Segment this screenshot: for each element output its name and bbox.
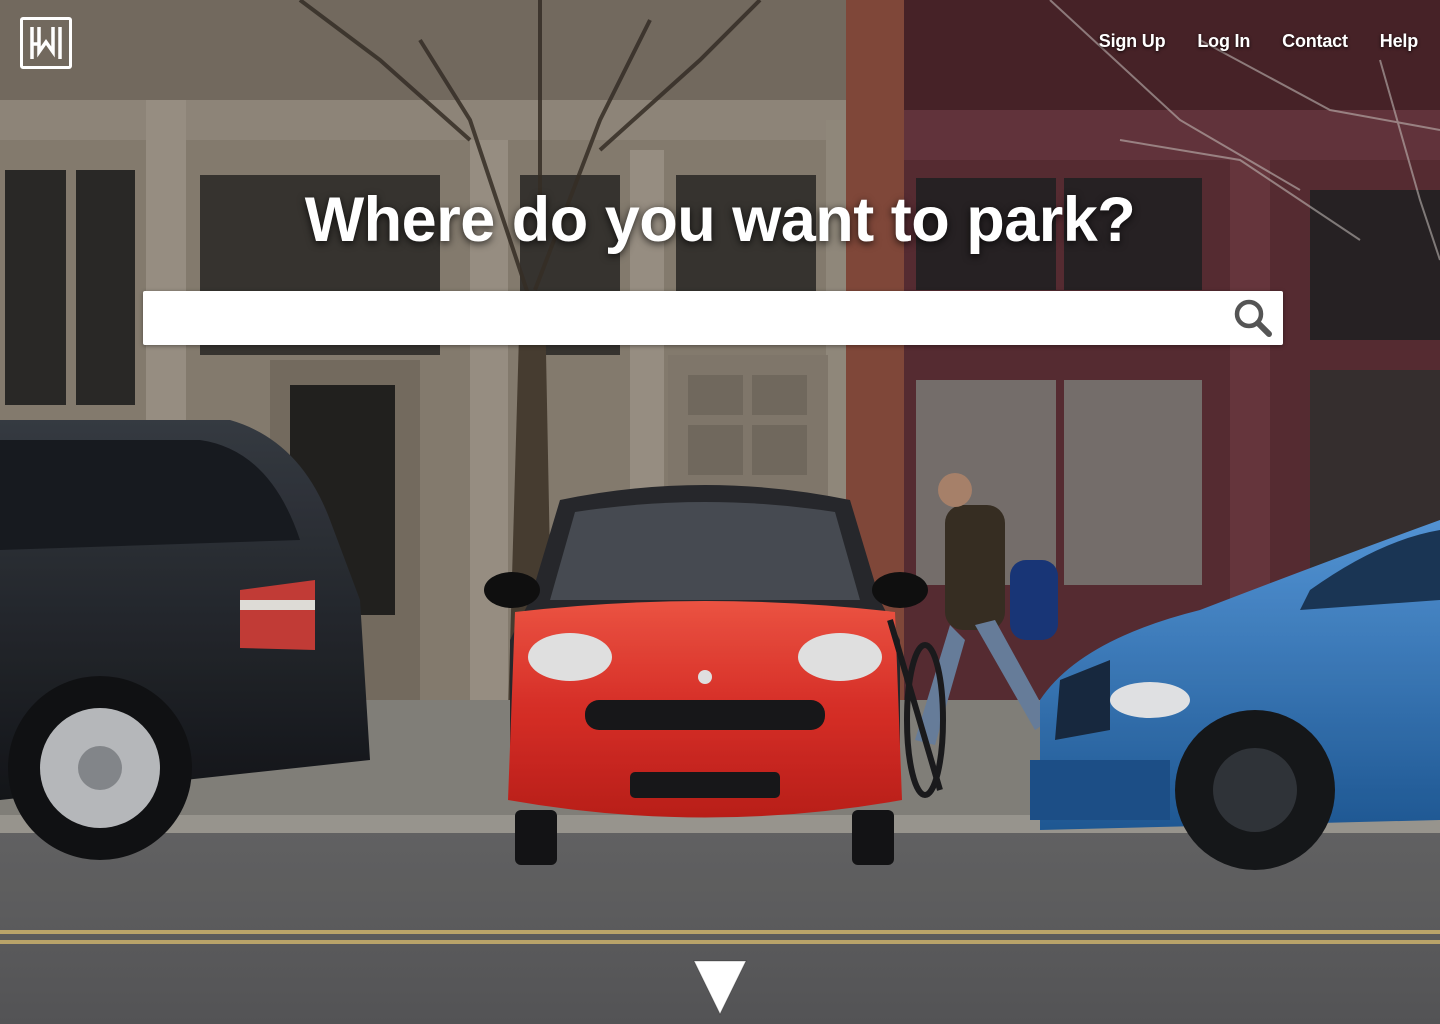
search-icon[interactable] <box>1231 296 1275 340</box>
nav-contact[interactable]: Contact <box>1282 31 1348 52</box>
arrow-down-icon[interactable] <box>692 958 748 1018</box>
location-search-input[interactable] <box>143 291 1223 345</box>
nav-log-in[interactable]: Log In <box>1197 31 1250 52</box>
search-bar <box>143 291 1283 345</box>
hm-monogram-icon <box>30 27 62 59</box>
logo[interactable] <box>20 17 72 69</box>
nav-sign-up[interactable]: Sign Up <box>1099 31 1166 52</box>
top-nav: Sign Up Log In Contact Help <box>1099 31 1418 52</box>
nav-help[interactable]: Help <box>1380 31 1418 52</box>
hero-background-photo <box>0 0 1440 1024</box>
hero-headline: Where do you want to park? <box>304 185 1136 255</box>
